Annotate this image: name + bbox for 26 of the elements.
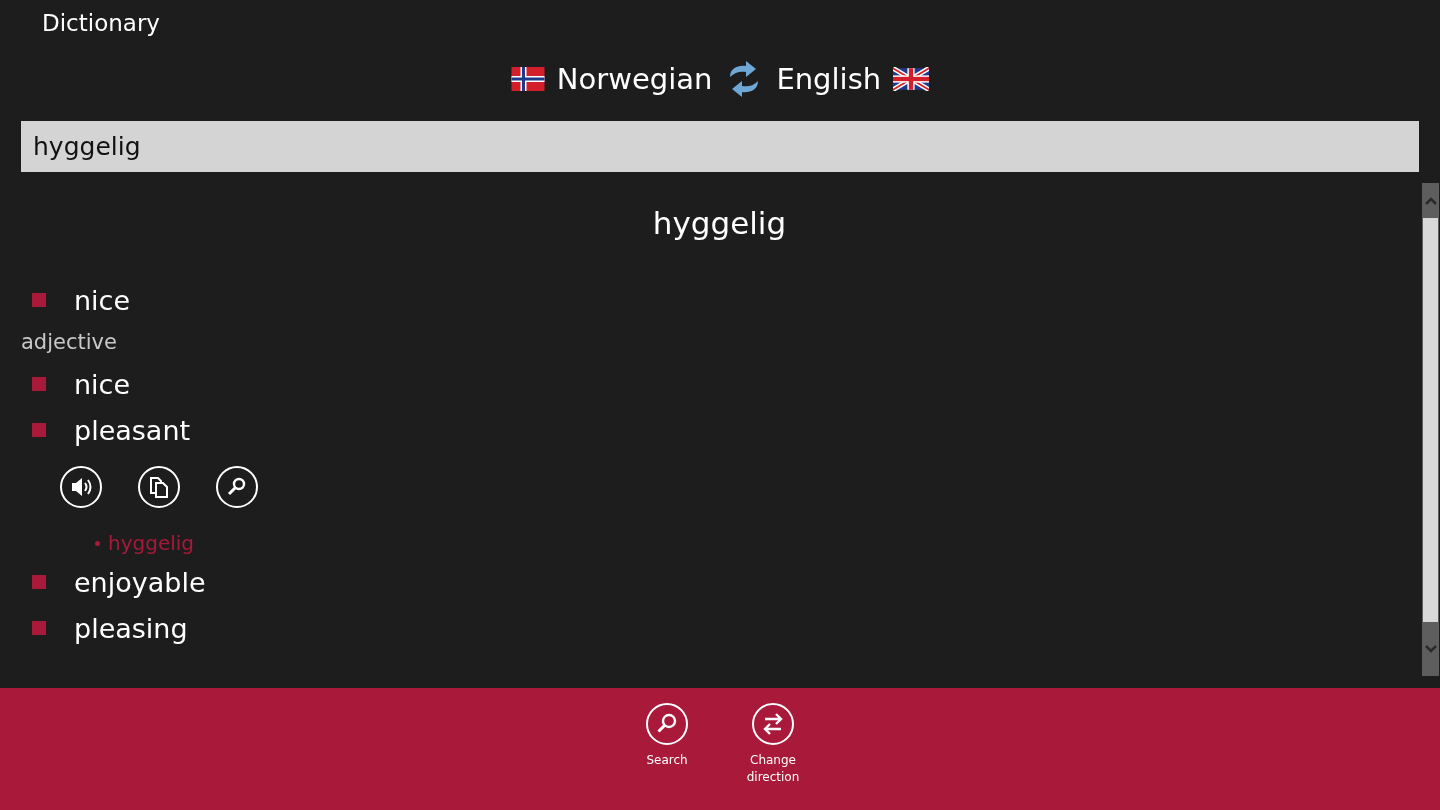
search-field[interactable]: hyggelig (21, 121, 1419, 172)
window-title: Dictionary (41, 9, 160, 38)
uk-flag-icon (893, 67, 930, 91)
swap-arrows-icon (751, 702, 795, 746)
source-language[interactable]: Norwegian (556, 62, 713, 96)
copy-icon[interactable] (137, 465, 181, 509)
target-language[interactable]: English (776, 62, 882, 96)
translation: nice (74, 368, 131, 400)
search-icon (645, 702, 689, 746)
bullet-icon (32, 377, 46, 391)
search-button[interactable]: Search (636, 702, 698, 769)
part-of-speech: adjective (21, 329, 118, 356)
norway-flag-icon (510, 67, 545, 91)
translation: pleasant (74, 414, 191, 446)
bullet-icon (32, 575, 46, 589)
translation: nice (74, 284, 131, 316)
bullet-icon (32, 423, 46, 437)
bullet-icon (95, 540, 100, 546)
change-direction-button[interactable]: Change direction (742, 702, 804, 786)
translation: pleasing (74, 612, 188, 644)
bullet-icon (32, 621, 46, 635)
bullet-icon (32, 293, 46, 307)
speaker-icon[interactable] (59, 465, 103, 509)
translation: enjoyable (74, 566, 206, 598)
search-icon[interactable] (215, 465, 259, 509)
headword: hyggelig (651, 204, 788, 243)
